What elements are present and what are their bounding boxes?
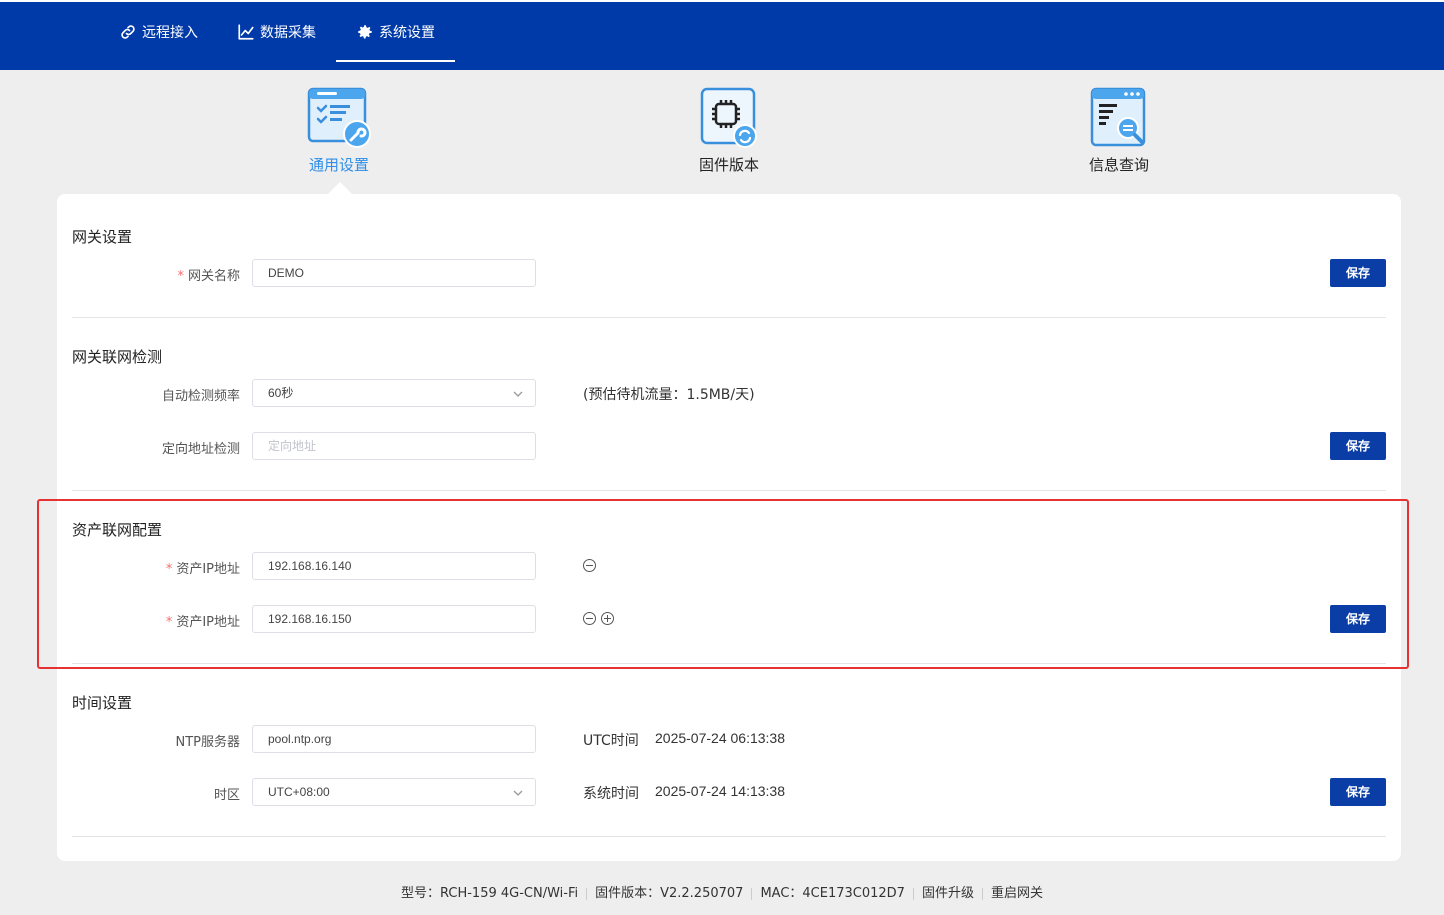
top-nav-bar: 远程接入 数据采集 系统设置 [0, 0, 1444, 70]
asset-ip-label-text: 资产IP地址 [176, 562, 240, 577]
footer-model: 型号：RCH-159 4G-CN/Wi-Fi [401, 886, 579, 901]
tab-label: 信息查询 [1088, 156, 1149, 174]
asset-ip-value-1: 192.168.16.140 [268, 559, 352, 573]
section-divider [72, 836, 1386, 837]
section-title-asset: 资产联网配置 [72, 521, 163, 539]
gateway-name-value: DEMO [268, 266, 304, 280]
check-frequency-label: 自动检测频率 [161, 389, 240, 404]
gateway-name-label: * 网关名称 [60, 265, 240, 284]
tab-label: 固件版本 [698, 156, 759, 174]
footer-separator [912, 887, 914, 900]
gear-icon [358, 25, 372, 39]
add-ip-button[interactable] [601, 612, 614, 625]
timezone-label: 时区 [213, 788, 240, 803]
time-save-button[interactable]: 保存 [1330, 778, 1386, 806]
asset-ip-input-2[interactable]: 192.168.16.150 [252, 605, 536, 633]
tab-general-settings[interactable]: 通用设置 [269, 86, 409, 175]
traffic-estimate-note: (预估待机流量：1.5MB/天) [583, 387, 755, 403]
nav-item-system-settings[interactable]: 系统设置 [336, 2, 455, 62]
netcheck-save-button[interactable]: 保存 [1330, 432, 1386, 460]
ntp-server-input[interactable]: pool.ntp.org [252, 725, 536, 753]
tab-firmware-version[interactable]: 固件版本 [659, 86, 799, 175]
check-frequency-select[interactable]: 60秒 [252, 379, 536, 407]
ntp-server-value: pool.ntp.org [268, 732, 332, 746]
reboot-gateway-link[interactable]: 重启网关 [991, 882, 1043, 901]
section-title-gateway: 网关设置 [72, 228, 133, 246]
settings-card [57, 194, 1401, 861]
timezone-select[interactable]: UTC+08:00 [252, 778, 536, 806]
gateway-name-input[interactable]: DEMO [252, 259, 536, 287]
footer-bar: 型号：RCH-159 4G-CN/Wi-Fi 固件版本：V2.2.250707 MA… [0, 882, 1444, 901]
footer-firmware: 固件版本：V2.2.250707 [595, 886, 744, 901]
tab-label: 通用设置 [308, 156, 369, 174]
section-title-time: 时间设置 [72, 694, 133, 712]
asset-ip-label-text: 资产IP地址 [176, 615, 240, 630]
footer-mac: MAC：4CE173C012D7 [760, 886, 905, 901]
asset-ip-label-1: * 资产IP地址 [60, 558, 240, 577]
system-time-label: 系统时间 [583, 786, 639, 802]
gateway-name-label-text: 网关名称 [187, 269, 240, 284]
nav-item-label: 数据采集 [260, 25, 316, 41]
section-divider [72, 490, 1386, 491]
target-address-placeholder: 定向地址 [268, 439, 317, 453]
target-address-label: 定向地址检测 [161, 442, 240, 457]
nav-item-remote-access[interactable]: 远程接入 [119, 2, 198, 62]
required-mark: * [177, 269, 184, 284]
section-divider [72, 663, 1386, 664]
gateway-save-button[interactable]: 保存 [1330, 259, 1386, 287]
chevron-down-icon [513, 391, 523, 397]
utc-time-label: UTC时间 [583, 733, 639, 749]
system-time-value: 2025-07-24 14:13:38 [655, 783, 785, 799]
utc-time-value: 2025-07-24 06:13:38 [655, 730, 785, 746]
tab-info-query[interactable]: 信息查询 [1049, 86, 1189, 175]
required-mark: * [165, 615, 173, 630]
target-address-input[interactable]: 定向地址 [252, 432, 536, 460]
remove-ip-button[interactable] [583, 559, 596, 572]
link-icon [121, 25, 135, 39]
footer-separator [586, 887, 588, 900]
chart-icon [238, 24, 254, 40]
asset-save-button[interactable]: 保存 [1330, 605, 1386, 633]
nav-item-data-collection[interactable]: 数据采集 [237, 2, 316, 62]
section-divider [72, 317, 1386, 318]
required-mark: * [165, 562, 173, 577]
section-title-netcheck: 网关联网检测 [72, 348, 163, 366]
info-query-icon [1090, 87, 1146, 147]
timezone-value: UTC+08:00 [268, 785, 330, 799]
nav-item-label: 系统设置 [379, 25, 435, 41]
asset-ip-value-2: 192.168.16.150 [268, 612, 352, 626]
asset-ip-input-1[interactable]: 192.168.16.140 [252, 552, 536, 580]
footer-separator [751, 887, 753, 900]
chevron-down-icon [513, 790, 523, 796]
nav-item-label: 远程接入 [142, 25, 198, 41]
asset-ip-label-2: * 资产IP地址 [60, 611, 240, 630]
remove-ip-button[interactable] [583, 612, 596, 625]
footer-separator [981, 887, 983, 900]
general-settings-icon [307, 87, 371, 148]
firmware-chip-icon [700, 87, 757, 148]
ntp-server-label: NTP服务器 [175, 735, 240, 750]
firmware-upgrade-link[interactable]: 固件升级 [922, 882, 974, 901]
check-frequency-value: 60秒 [268, 386, 294, 400]
